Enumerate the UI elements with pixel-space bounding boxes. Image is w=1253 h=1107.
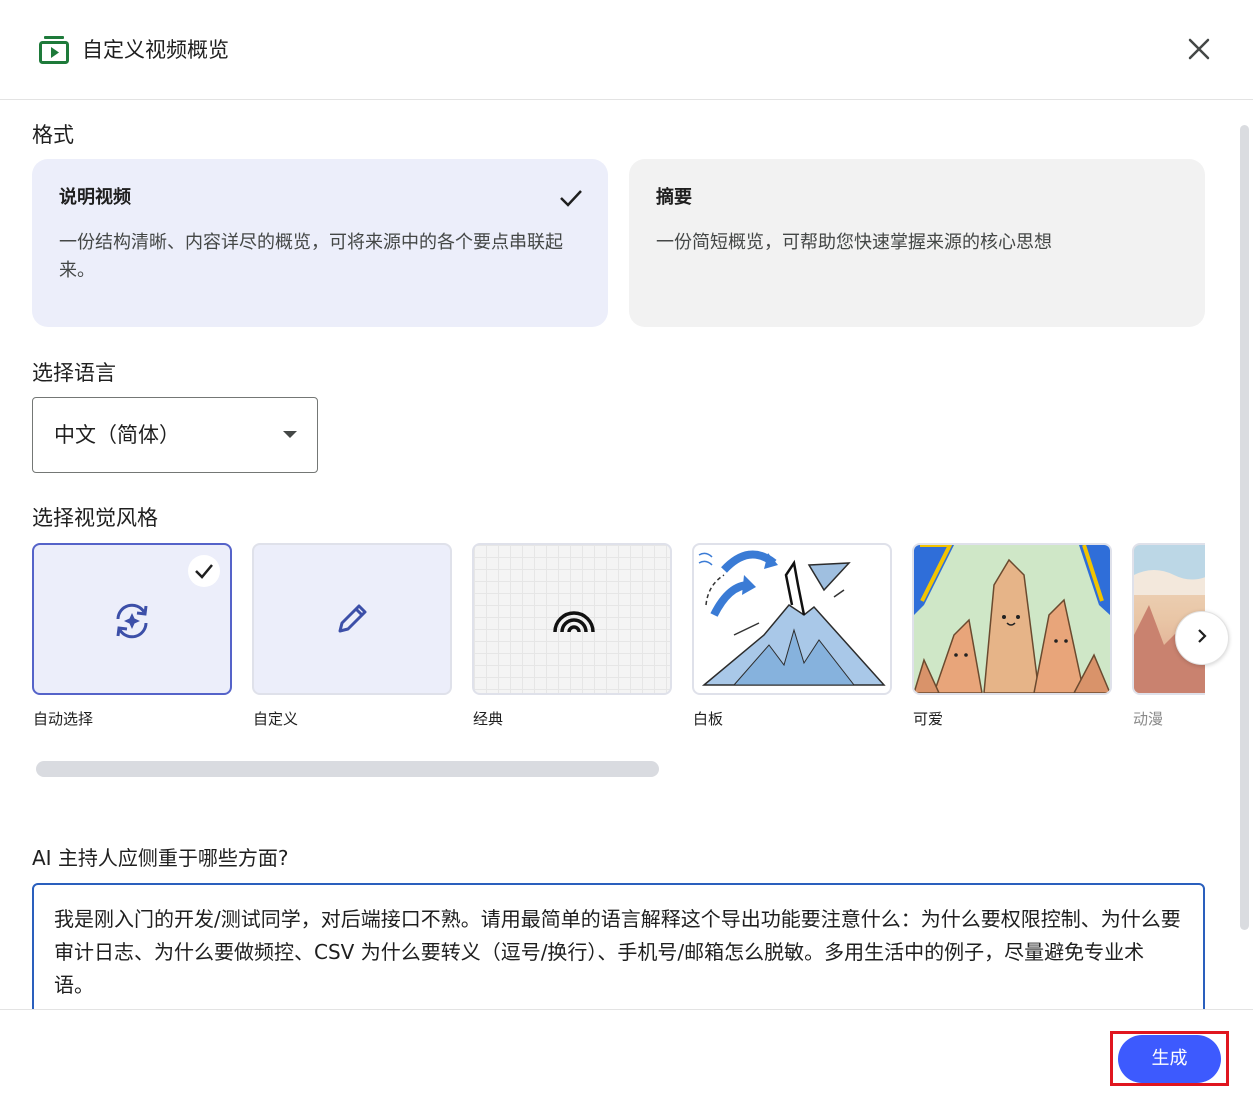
format-option-summary[interactable]: 摘要 一份简短概览，可帮助您快速掌握来源的核心思想 (629, 159, 1205, 327)
style-thumbnail (472, 543, 672, 695)
style-option-classic[interactable]: 经典 (472, 543, 672, 743)
rainbow-arcs-icon (552, 600, 596, 640)
style-option-auto[interactable]: 自动选择 (32, 543, 232, 743)
style-option-label: 自动选择 (33, 710, 94, 728)
dialog-title: 自定义视频概览 (82, 38, 229, 62)
language-label: 选择语言 (32, 361, 116, 385)
auto-select-icon (110, 599, 154, 647)
prompt-text: 我是刚入门的开发/测试同学，对后端接口不熟。请用最简单的语言解释这个导出功能要注… (54, 907, 1181, 997)
chevron-right-icon (1193, 627, 1211, 649)
format-option-title: 摘要 (656, 187, 692, 208)
format-label: 格式 (32, 123, 74, 147)
language-select[interactable]: 中文（简体） (32, 397, 318, 473)
style-option-custom[interactable]: 自定义 (252, 543, 452, 743)
language-value: 中文（简体） (54, 423, 180, 447)
style-option-cute[interactable]: 可爱 (912, 543, 1112, 743)
style-option-label: 可爱 (913, 710, 944, 728)
style-thumbnail (912, 543, 1112, 695)
style-option-label: 动漫 (1133, 710, 1164, 728)
whiteboard-volcano-illustration (694, 545, 890, 693)
dialog-content: 格式 说明视频 一份结构清晰、内容详尽的概览，可将来源中的各个要点串联起来。 摘… (0, 101, 1253, 1009)
format-option-description: 一份简短概览，可帮助您快速掌握来源的核心思想 (656, 232, 1052, 253)
visual-style-carousel: 自动选择 自定义 经典 白板 可爱 动漫 (32, 543, 1205, 743)
dialog-header: 自定义视频概览 (0, 0, 1253, 100)
carousel-scrollbar[interactable] (36, 761, 659, 777)
custom-video-overview-dialog: 自定义视频概览 格式 说明视频 一份结构清晰、内容详尽的概览，可将来源中的各个要… (0, 0, 1253, 1107)
generate-button[interactable]: 生成 (1118, 1035, 1221, 1083)
close-button[interactable] (1178, 30, 1220, 72)
style-thumbnail (252, 543, 452, 695)
carousel-next-button[interactable] (1175, 611, 1229, 665)
pencil-icon (334, 601, 370, 641)
prompt-textarea[interactable]: 我是刚入门的开发/测试同学，对后端接口不熟。请用最简单的语言解释这个导出功能要注… (32, 883, 1205, 1009)
format-option-explainer[interactable]: 说明视频 一份结构清晰、内容详尽的概览，可将来源中的各个要点串联起来。 (32, 159, 608, 327)
cute-mountains-illustration (914, 545, 1110, 693)
visual-style-label: 选择视觉风格 (32, 506, 158, 530)
video-overview-icon (38, 35, 70, 65)
style-option-label: 经典 (473, 710, 504, 728)
dropdown-arrow-icon (283, 431, 297, 438)
format-option-title: 说明视频 (59, 187, 131, 208)
style-thumbnail (692, 543, 892, 695)
check-icon (188, 555, 220, 587)
style-option-whiteboard[interactable]: 白板 (692, 543, 892, 743)
format-option-description: 一份结构清晰、内容详尽的概览，可将来源中的各个要点串联起来。 (59, 232, 563, 281)
check-icon (558, 185, 584, 211)
style-option-label: 自定义 (253, 710, 299, 728)
style-thumbnail (32, 543, 232, 695)
content-scrollbar[interactable] (1240, 125, 1249, 930)
style-option-label: 白板 (693, 710, 724, 728)
dialog-footer: 生成 (0, 1009, 1253, 1107)
prompt-label: AI 主持人应侧重于哪些方面? (32, 846, 289, 870)
close-icon (1188, 38, 1210, 64)
